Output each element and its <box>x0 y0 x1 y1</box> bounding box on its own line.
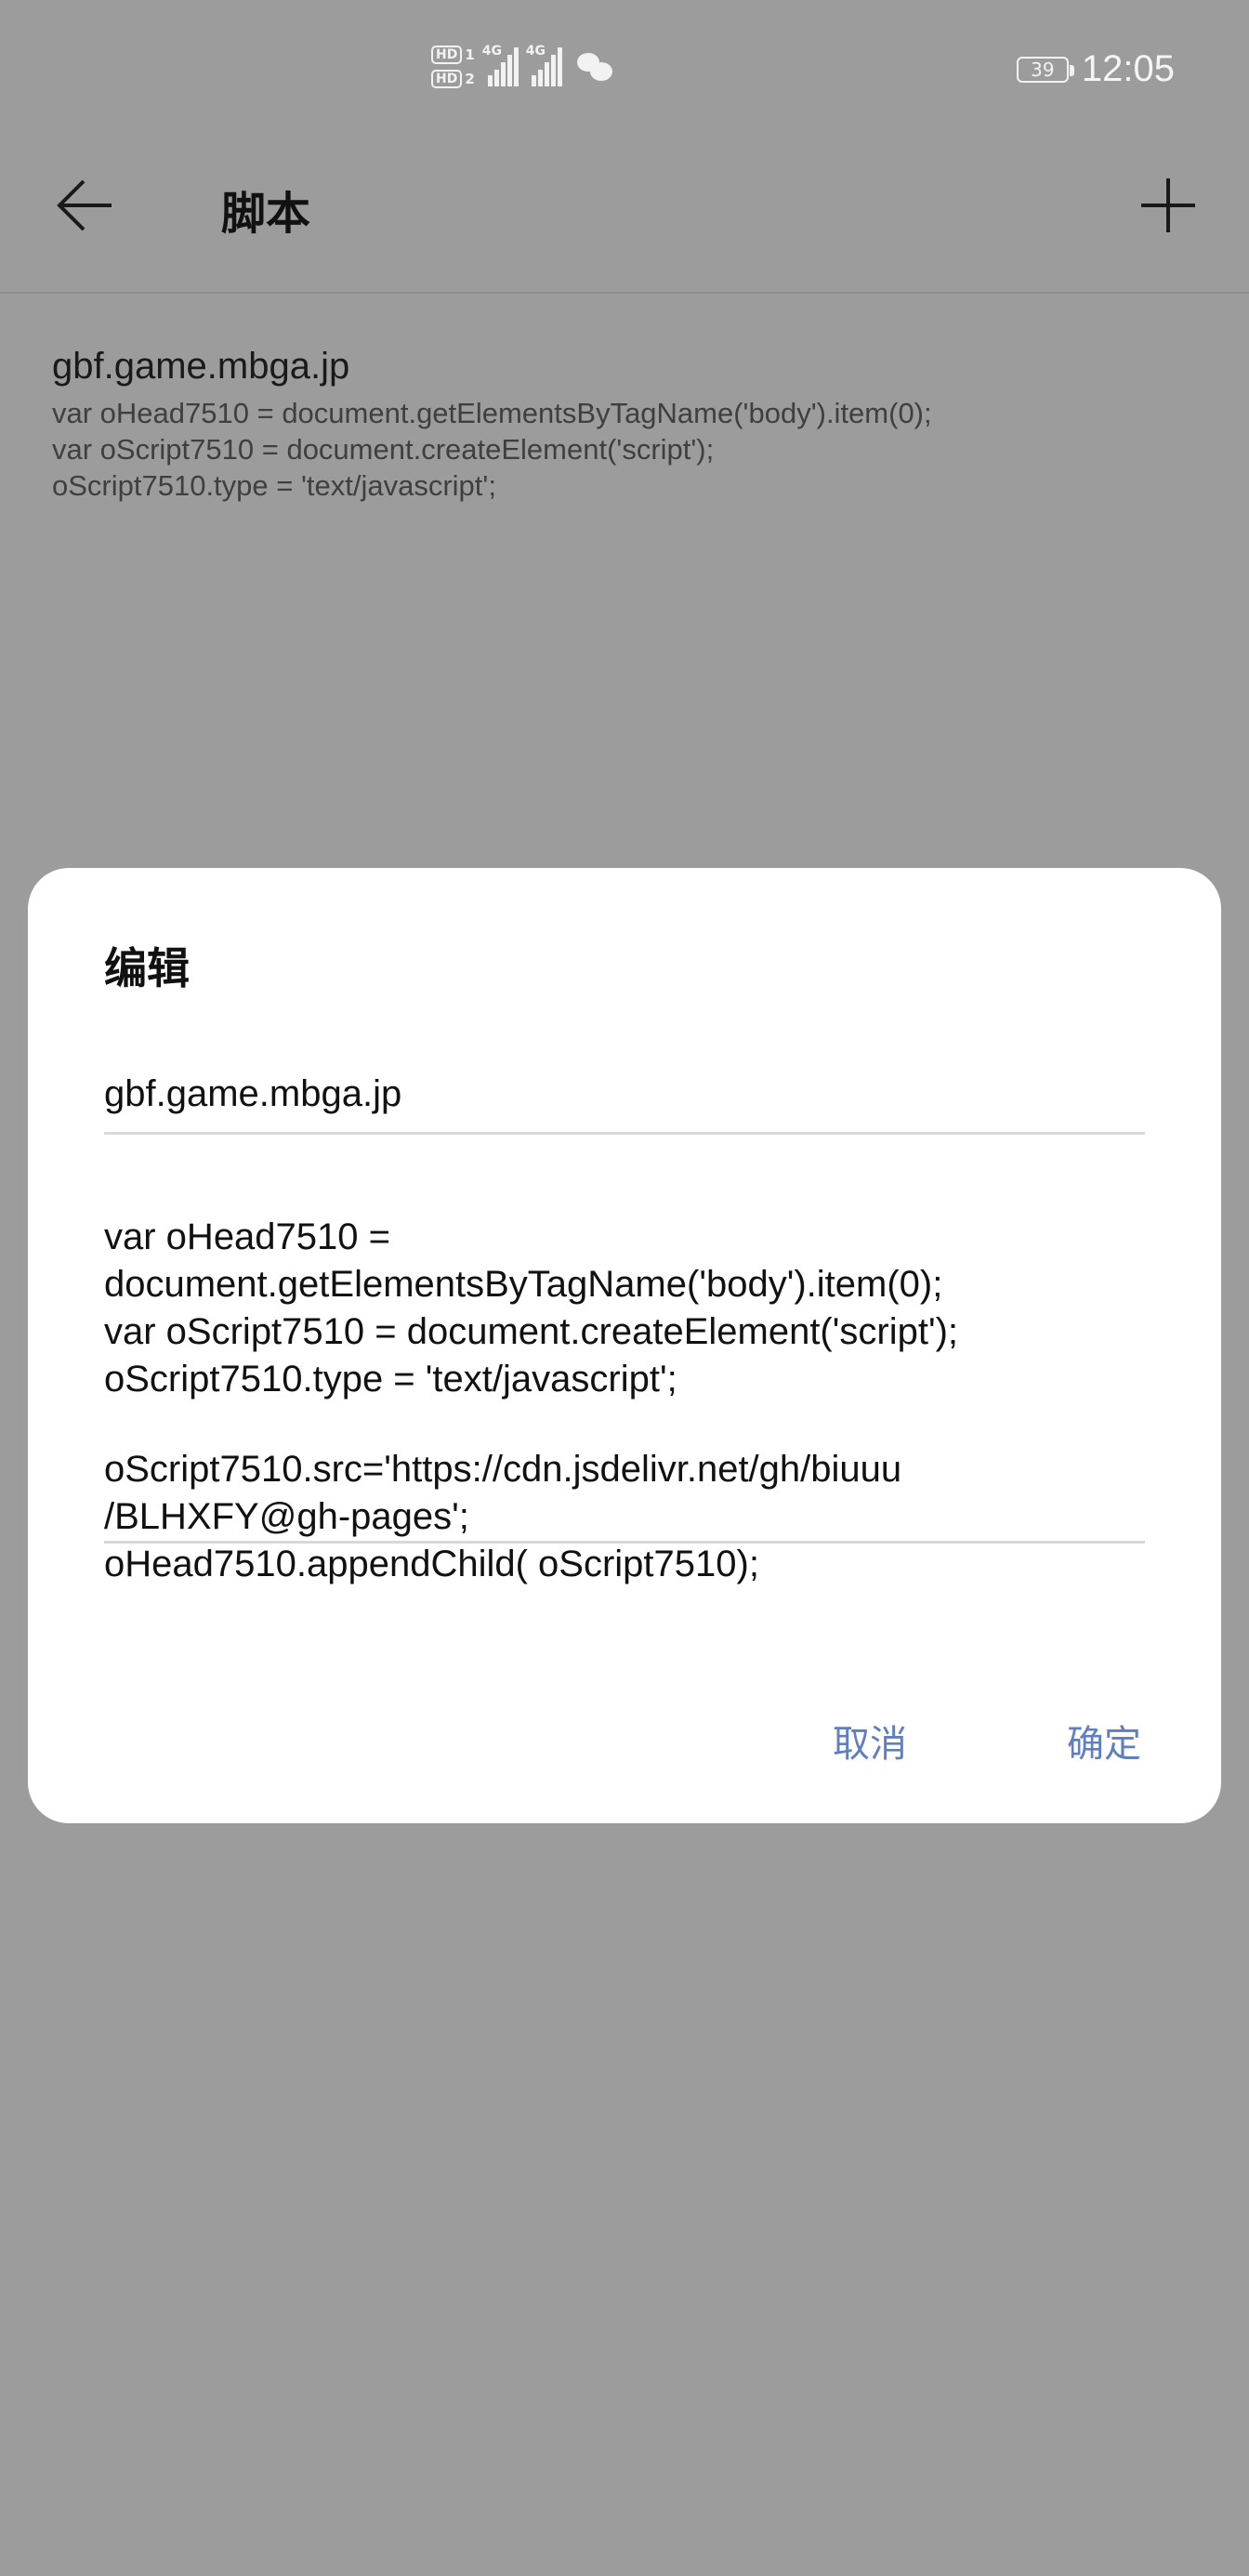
edit-dialog: 编辑 gbf.game.mbga.jp var oHead7510 = docu… <box>28 868 1221 1823</box>
sim-indicators: HD 1 HD 2 <box>431 46 475 88</box>
status-icons: HD 1 HD 2 4G 4G <box>431 39 614 95</box>
code-line: /BLHXFY@gh-pages'; <box>104 1496 469 1537</box>
page-title: 脚本 <box>221 188 311 240</box>
code-line: var oScript7510 = document.createElement… <box>104 1311 959 1352</box>
code-line: document.getElementsByTagName('body').it… <box>104 1264 943 1305</box>
battery-icon: 39 <box>1016 56 1074 83</box>
status-bar: HD 1 HD 2 4G 4G 39 12:05 <box>0 0 1249 139</box>
plus-icon <box>1141 178 1195 232</box>
signal-sim2-icon: 4G <box>526 44 562 86</box>
arrow-left-icon <box>57 179 112 231</box>
battery-level: 39 <box>1031 58 1055 81</box>
code-line: var oHead7510 = <box>104 1216 391 1257</box>
back-button[interactable] <box>54 173 119 238</box>
app-bar: 脚本 <box>0 139 1249 294</box>
clock: 12:05 <box>1081 48 1175 89</box>
script-item-line: oScript7510.type = 'text/javascript'; <box>52 469 496 502</box>
script-name-field[interactable]: gbf.game.mbga.jp <box>104 1067 1145 1135</box>
cancel-button[interactable]: 取消 <box>833 1714 907 1768</box>
signal-sim1-icon: 4G <box>482 44 519 86</box>
wechat-icon <box>576 51 614 83</box>
script-code-field[interactable]: var oHead7510 = document.getElementsByTa… <box>104 1214 1145 1584</box>
script-list-item[interactable]: gbf.game.mbga.jp var oHead7510 = documen… <box>52 346 1204 504</box>
status-right: 39 12:05 <box>1016 48 1175 90</box>
hd-sim1-icon: HD 1 <box>431 46 475 64</box>
hd-sim2-icon: HD 2 <box>431 70 475 88</box>
code-line: oHead7510.appendChild( oScript7510); <box>104 1544 759 1584</box>
dialog-title: 编辑 <box>104 943 190 993</box>
code-line: oScript7510.src='https://cdn.jsdelivr.ne… <box>104 1449 902 1490</box>
screen: HD 1 HD 2 4G 4G 39 12:05 脚本 gbf.game.mbg… <box>0 0 1249 2576</box>
script-item-title: gbf.game.mbga.jp <box>52 346 350 387</box>
script-item-line: var oHead7510 = document.getElementsByTa… <box>52 397 932 429</box>
code-line: oScript7510.type = 'text/javascript'; <box>104 1359 677 1400</box>
confirm-button[interactable]: 确定 <box>1067 1714 1141 1768</box>
script-item-line: var oScript7510 = document.createElement… <box>52 433 715 466</box>
add-script-button[interactable] <box>1137 175 1199 236</box>
